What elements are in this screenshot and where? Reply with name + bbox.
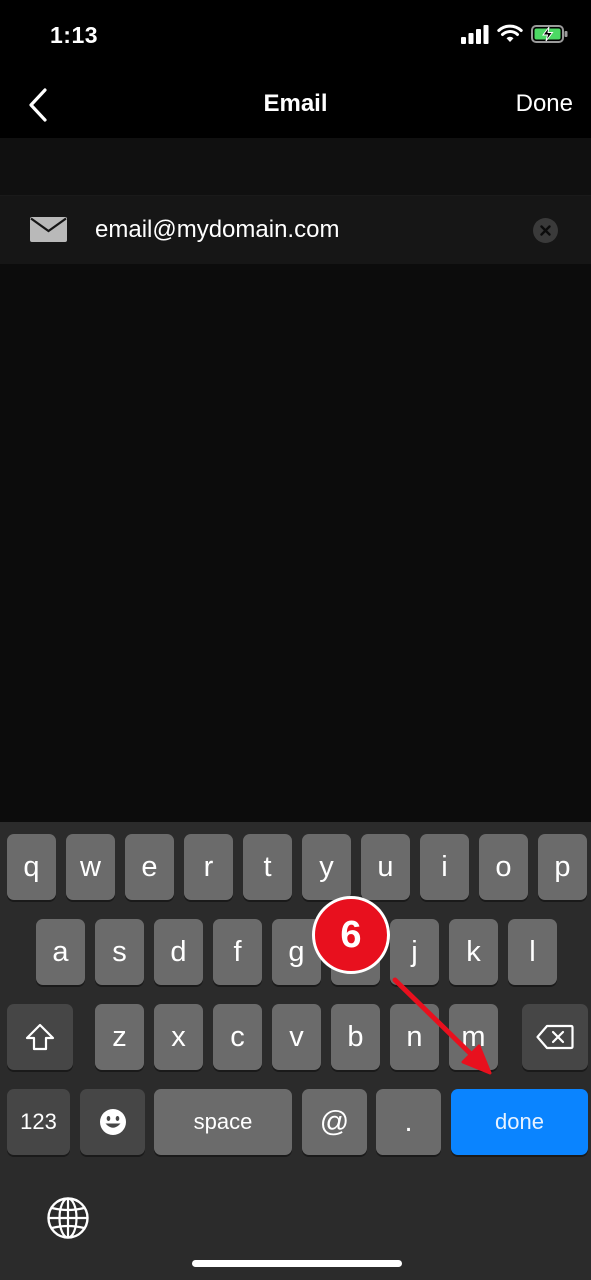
signal-icon (461, 25, 489, 44)
wifi-icon (497, 24, 523, 42)
key-s[interactable]: s (95, 919, 144, 985)
close-icon (540, 225, 551, 236)
backspace-key[interactable] (522, 1004, 588, 1070)
key-o[interactable]: o (479, 834, 528, 900)
status-icons (461, 24, 569, 44)
key-a[interactable]: a (36, 919, 85, 985)
key-w[interactable]: w (66, 834, 115, 900)
keyboard-done-key[interactable]: done (451, 1089, 588, 1155)
key-i[interactable]: i (420, 834, 469, 900)
period-key[interactable]: . (376, 1089, 441, 1155)
shift-icon (25, 1023, 55, 1051)
key-m[interactable]: m (449, 1004, 498, 1070)
key-x[interactable]: x (154, 1004, 203, 1070)
key-e[interactable]: e (125, 834, 174, 900)
chevron-left-icon (29, 88, 47, 122)
key-l[interactable]: l (508, 919, 557, 985)
key-b[interactable]: b (331, 1004, 380, 1070)
globe-icon[interactable] (46, 1196, 90, 1240)
space-key[interactable]: space (154, 1089, 292, 1155)
step-badge: 6 (312, 896, 390, 974)
mail-icon (30, 217, 67, 242)
key-u[interactable]: u (361, 834, 410, 900)
shift-key[interactable] (7, 1004, 73, 1070)
key-k[interactable]: k (449, 919, 498, 985)
emoji-key[interactable] (80, 1089, 145, 1155)
key-p[interactable]: p (538, 834, 587, 900)
numbers-key[interactable]: 123 (7, 1089, 70, 1155)
keyboard: q w e r t y u i o p a s d f g h j k l z … (0, 822, 591, 1280)
clear-button[interactable] (533, 218, 558, 243)
key-q[interactable]: q (7, 834, 56, 900)
emoji-icon (99, 1109, 126, 1135)
page-title: Email (263, 90, 328, 117)
at-key[interactable]: @ (302, 1089, 367, 1155)
content-area (0, 138, 591, 822)
status-bar: 1:13 (0, 0, 591, 72)
email-input[interactable] (95, 210, 515, 250)
battery-charging-icon (531, 25, 568, 43)
key-y[interactable]: y (302, 834, 351, 900)
backspace-icon (536, 1024, 574, 1050)
key-v[interactable]: v (272, 1004, 321, 1070)
key-n[interactable]: n (390, 1004, 439, 1070)
section-spacer (0, 138, 591, 196)
back-button[interactable] (18, 82, 58, 128)
key-c[interactable]: c (213, 1004, 262, 1070)
done-button[interactable]: Done (516, 90, 573, 118)
nav-bar: Email Done (0, 72, 591, 138)
home-indicator (192, 1260, 402, 1267)
status-time: 1:13 (50, 22, 99, 48)
key-j[interactable]: j (390, 919, 439, 985)
key-f[interactable]: f (213, 919, 262, 985)
key-r[interactable]: r (184, 834, 233, 900)
key-z[interactable]: z (95, 1004, 144, 1070)
key-t[interactable]: t (243, 834, 292, 900)
email-row (0, 196, 591, 264)
key-d[interactable]: d (154, 919, 203, 985)
